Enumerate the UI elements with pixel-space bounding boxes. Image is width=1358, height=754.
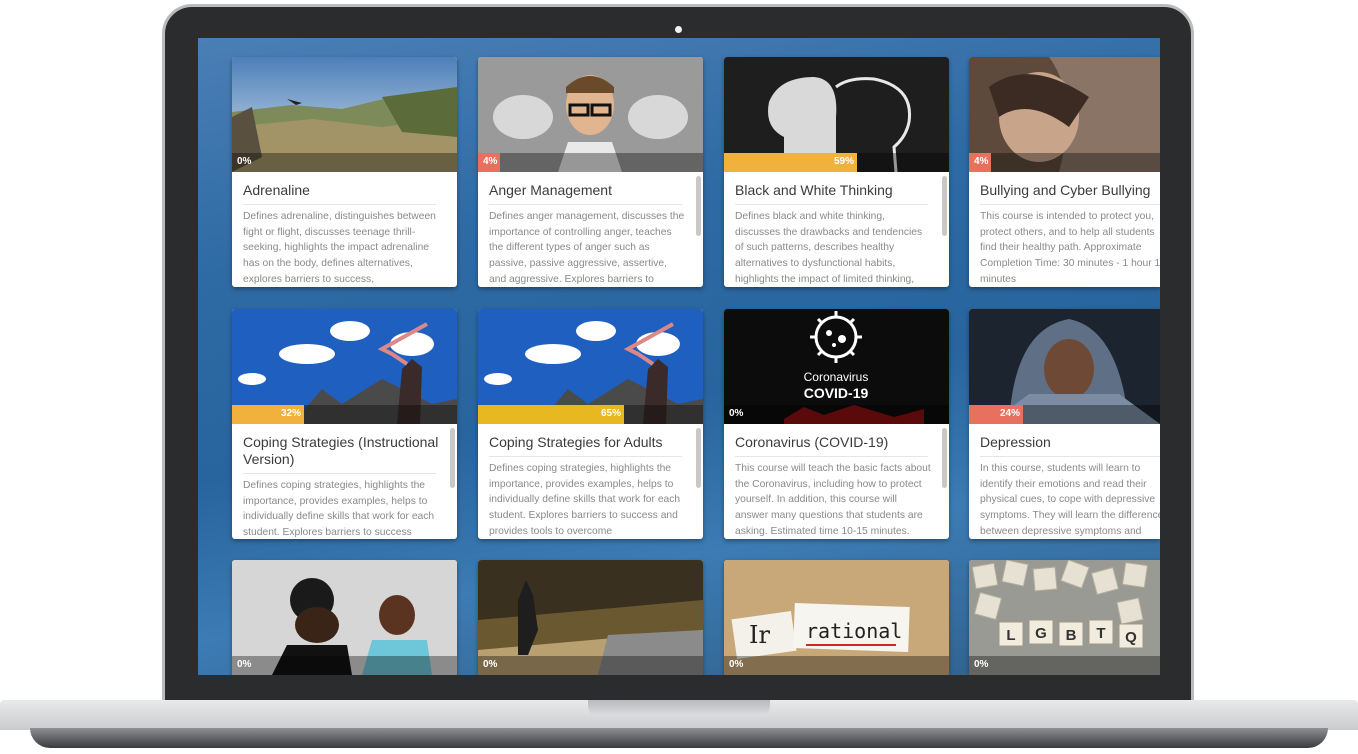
course-description: Defines coping strategies, highlights th…	[243, 480, 435, 537]
progress-label: 59%	[834, 156, 855, 167]
divider	[980, 204, 1160, 205]
course-card-black-and-white-thinking[interactable]: 59% Black and White Thinking Defines bla…	[724, 57, 949, 287]
course-thumbnail: Ir rational 0%	[724, 560, 949, 675]
progress-label: 0%	[483, 659, 498, 670]
course-card-coping-strategies-instructional[interactable]: 32% Coping Strategies (Instructional Ver…	[232, 309, 457, 539]
course-title[interactable]: Depression	[980, 434, 1160, 451]
course-thumbnail: 4%	[969, 57, 1160, 172]
course-thumbnail: 0%	[232, 57, 457, 172]
course-thumbnail: 4%	[478, 57, 703, 172]
progress-label: 65%	[601, 408, 622, 419]
laptop-notch	[588, 700, 770, 716]
progress-bar: 24%	[969, 405, 1160, 424]
scrollbar[interactable]	[450, 428, 455, 488]
progress-label: 0%	[729, 659, 744, 670]
progress-label: 24%	[1000, 408, 1021, 419]
progress-bar: 0%	[232, 656, 457, 675]
scrollbar[interactable]	[942, 428, 947, 488]
course-thumbnail: 59%	[724, 57, 949, 172]
covid-caption-line2: COVID-19	[804, 385, 869, 401]
course-card-coping-strategies-for-adults[interactable]: 65% Coping Strategies for Adults Defines…	[478, 309, 703, 539]
course-title[interactable]: Bullying and Cyber Bullying	[980, 182, 1160, 199]
divider	[243, 473, 436, 474]
scrollbar[interactable]	[696, 428, 701, 488]
course-card-coronavirus[interactable]: Coronavirus COVID-19 0% Coronavirus (COV…	[724, 309, 949, 539]
course-card-row3-1[interactable]: 0%	[232, 560, 457, 675]
course-title[interactable]: Coping Strategies (Instructional Version…	[243, 434, 443, 468]
course-description: In this course, students will learn to i…	[980, 463, 1160, 537]
course-card-adrenaline[interactable]: 0% Adrenaline Defines adrenaline, distin…	[232, 57, 457, 287]
covid-caption-line1: Coronavirus	[804, 370, 869, 384]
course-description: Defines adrenaline, distinguishes betwee…	[243, 211, 436, 285]
progress-bar: 65%	[478, 405, 703, 424]
course-description: This course will teach the basic facts a…	[735, 463, 931, 537]
divider	[980, 456, 1160, 457]
scrollbar[interactable]	[942, 176, 947, 236]
course-grid-screen: 0% Adrenaline Defines adrenaline, distin…	[198, 38, 1160, 675]
divider	[489, 456, 682, 457]
progress-label: 4%	[974, 156, 989, 167]
course-card-bullying-and-cyber-bullying[interactable]: 4% Bullying and Cyber Bullying This cour…	[969, 57, 1160, 287]
course-description: Defines coping strategies, highlights th…	[489, 463, 681, 537]
tile-letter: L	[1006, 627, 1015, 644]
divider	[489, 204, 682, 205]
progress-label: 0%	[237, 659, 252, 670]
camera-dot	[675, 26, 682, 33]
progress-bar: 0%	[232, 153, 457, 172]
course-description: Defines anger management, discusses the …	[489, 211, 685, 285]
course-thumbnail: L G B T Q 0%	[969, 560, 1160, 675]
progress-bar: 0%	[724, 405, 949, 424]
tile-letter: G	[1035, 625, 1047, 642]
divider	[735, 204, 928, 205]
course-card-anger-management[interactable]: 4% Anger Management Defines anger manage…	[478, 57, 703, 287]
progress-label: 0%	[974, 659, 989, 670]
progress-bar: 0%	[969, 656, 1160, 675]
course-card-row3-3[interactable]: Ir rational 0%	[724, 560, 949, 675]
course-card-row3-2[interactable]: 0%	[478, 560, 703, 675]
progress-label: 32%	[281, 408, 302, 419]
progress-label: 0%	[729, 408, 744, 419]
course-title[interactable]: Adrenaline	[243, 182, 443, 199]
course-description: Defines black and white thinking, discus…	[735, 211, 923, 285]
progress-bar: 32%	[232, 405, 457, 424]
divider	[735, 456, 928, 457]
course-thumbnail: 32%	[232, 309, 457, 424]
course-description: This course is intended to protect you, …	[980, 211, 1160, 285]
course-thumbnail: 65%	[478, 309, 703, 424]
progress-bar: 4%	[478, 153, 703, 172]
course-thumbnail: 0%	[232, 560, 457, 675]
course-card-depression[interactable]: 24% Depression In this course, students …	[969, 309, 1160, 539]
irrational-prefix: Ir	[749, 621, 770, 649]
course-thumbnail: 24%	[969, 309, 1160, 424]
progress-bar: 0%	[478, 656, 703, 675]
progress-label: 4%	[483, 156, 498, 167]
progress-bar: 59%	[724, 153, 949, 172]
tile-letter: Q	[1125, 629, 1137, 646]
progress-label: 0%	[237, 156, 252, 167]
scrollbar[interactable]	[696, 176, 701, 236]
tile-letter: B	[1066, 627, 1077, 644]
laptop-base-shadow	[30, 728, 1328, 748]
course-title[interactable]: Anger Management	[489, 182, 689, 199]
tile-letter: T	[1096, 625, 1105, 642]
course-thumbnail: Coronavirus COVID-19 0%	[724, 309, 949, 424]
course-title[interactable]: Black and White Thinking	[735, 182, 935, 199]
course-title[interactable]: Coping Strategies for Adults	[489, 434, 689, 451]
course-card-row3-4[interactable]: L G B T Q 0%	[969, 560, 1160, 675]
irrational-word: rational	[806, 619, 902, 643]
progress-bar: 4%	[969, 153, 1160, 172]
course-title[interactable]: Coronavirus (COVID-19)	[735, 434, 935, 451]
progress-bar: 0%	[724, 656, 949, 675]
divider	[243, 204, 436, 205]
course-thumbnail: 0%	[478, 560, 703, 675]
